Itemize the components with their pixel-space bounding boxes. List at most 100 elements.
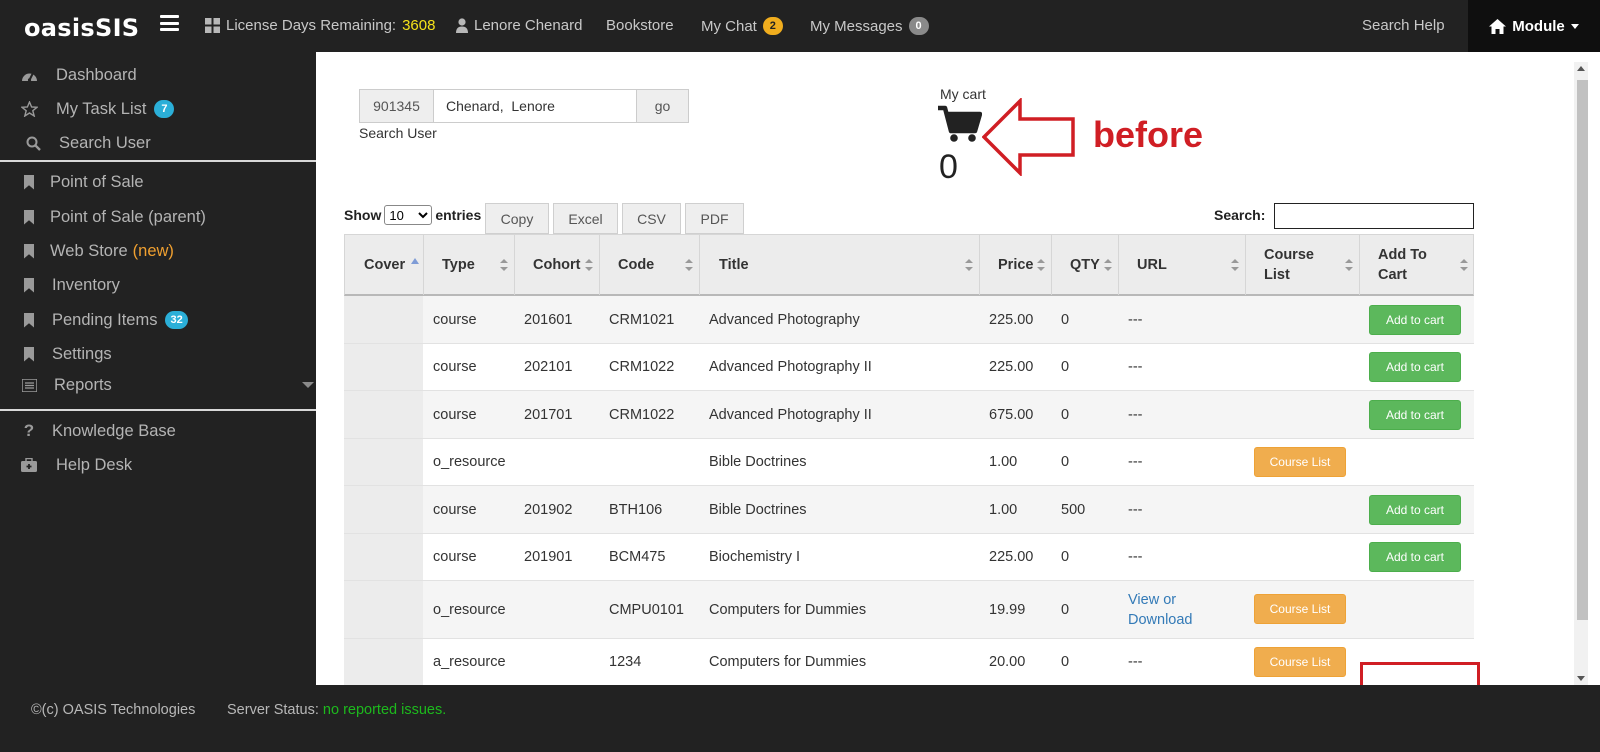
sidebar-divider xyxy=(0,409,316,411)
my-messages-label: My Messages xyxy=(810,17,903,35)
course-list-button[interactable]: Course List xyxy=(1254,594,1346,624)
sidebar-item-my-task-list[interactable]: My Task List 7 xyxy=(0,94,316,124)
brand-logo[interactable]: oasisSIS xyxy=(24,14,139,42)
shopping-cart-icon[interactable] xyxy=(938,104,982,144)
code-cell: CRM1022 xyxy=(609,406,675,423)
sidebar-item-knowledge-base[interactable]: ? Knowledge Base xyxy=(0,416,316,446)
copy-button[interactable]: Copy xyxy=(485,203,549,234)
medkit-icon xyxy=(20,456,38,474)
footer: ©(c) OASIS Technologies Server Status: n… xyxy=(0,685,1600,752)
code-cell: CRM1022 xyxy=(609,359,675,375)
table-search-input[interactable] xyxy=(1274,203,1474,229)
vertical-scrollbar[interactable] xyxy=(1574,62,1588,685)
sidebar-item-point-of-sale[interactable]: Point of Sale xyxy=(0,167,316,197)
view-download-link[interactable]: Download xyxy=(1128,610,1193,630)
entries-label: entries xyxy=(435,207,482,223)
add-to-cart-button[interactable]: Add to cart xyxy=(1369,305,1461,335)
col-header-qty[interactable]: QTY xyxy=(1052,235,1119,295)
add-to-cart-button[interactable]: Add to cart xyxy=(1369,495,1461,525)
table-row: course 201601 CRM1021 Advanced Photograp… xyxy=(344,296,1474,344)
nav-my-chat[interactable]: My Chat 2 xyxy=(701,17,783,35)
sidebar-item-point-of-sale-parent[interactable]: Point of Sale (parent) xyxy=(0,202,316,232)
show-entries-control: Show 10 entries xyxy=(344,205,481,225)
add-to-cart-button[interactable]: Add to cart xyxy=(1369,542,1461,572)
type-cell: o_resource xyxy=(433,601,506,618)
server-status-label: Server Status: xyxy=(227,702,319,718)
user-search-group: 901345 go xyxy=(359,89,689,123)
excel-button[interactable]: Excel xyxy=(553,203,618,234)
url-cell: --- xyxy=(1128,311,1143,328)
scroll-down-icon[interactable] xyxy=(1577,676,1585,681)
title-cell: Bible Doctrines xyxy=(709,501,807,518)
sidebar-item-help-desk[interactable]: Help Desk xyxy=(0,450,316,480)
sidebar-item-dashboard[interactable]: Dashboard xyxy=(0,60,316,90)
pdf-button[interactable]: PDF xyxy=(685,203,744,234)
sidebar-item-reports[interactable]: Reports xyxy=(0,370,316,400)
col-header-add-to-cart[interactable]: Add To Cart xyxy=(1360,235,1474,295)
top-navbar: oasisSIS License Days Remaining: 3608 Le… xyxy=(0,0,1600,52)
cover-cell xyxy=(344,639,423,685)
sort-icon xyxy=(1104,259,1112,271)
grid-icon xyxy=(205,18,220,33)
bookmark-icon xyxy=(20,242,38,260)
sidebar-item-web-store[interactable]: Web Store (new) xyxy=(0,236,316,266)
col-header-type[interactable]: Type xyxy=(424,235,515,295)
module-dropdown[interactable]: Module xyxy=(1468,0,1600,52)
annotation-highlight-box xyxy=(1360,662,1480,685)
price-cell: 1.00 xyxy=(989,454,1018,470)
course-list-button[interactable]: Course List xyxy=(1254,447,1346,477)
task-count-badge: 7 xyxy=(154,100,175,118)
scroll-up-icon[interactable] xyxy=(1577,66,1585,71)
my-chat-label: My Chat xyxy=(701,17,757,35)
header-label: Title xyxy=(719,257,749,273)
add-to-cart-button[interactable]: Add to cart xyxy=(1369,400,1461,430)
messages-count-badge: 0 xyxy=(908,17,929,35)
col-header-title[interactable]: Title xyxy=(700,235,980,295)
qty-cell: 0 xyxy=(1061,454,1070,470)
col-header-course-list[interactable]: Course List xyxy=(1246,235,1360,295)
title-cell: Computers for Dummies xyxy=(709,601,867,618)
sidebar-item-search-user[interactable]: Search User xyxy=(0,128,316,158)
header-label: Cover xyxy=(364,257,406,273)
csv-button[interactable]: CSV xyxy=(622,203,681,234)
cohort-cell: 201701 xyxy=(524,406,573,423)
hamburger-menu-icon[interactable] xyxy=(160,15,179,31)
type-cell: course xyxy=(433,359,477,375)
sidebar-item-inventory[interactable]: Inventory xyxy=(0,270,316,300)
sidebar-item-settings[interactable]: Settings xyxy=(0,339,316,369)
view-download-link[interactable]: View or xyxy=(1128,590,1176,610)
course-list-button[interactable]: Course List xyxy=(1254,647,1346,677)
sort-icon xyxy=(585,259,593,271)
col-header-url[interactable]: URL xyxy=(1119,235,1246,295)
license-label: License Days Remaining: xyxy=(226,17,397,34)
col-header-code[interactable]: Code xyxy=(600,235,700,295)
bookmark-icon xyxy=(20,276,38,294)
user-name: Lenore Chenard xyxy=(474,17,583,34)
nav-bookstore[interactable]: Bookstore xyxy=(606,17,674,34)
table-row: o_resource Bible Doctrines 1.00 0 --- Co… xyxy=(344,439,1474,486)
col-header-cover[interactable]: Cover xyxy=(345,235,424,295)
copyright-text: ©(c) OASIS Technologies xyxy=(31,702,196,718)
scrollbar-thumb[interactable] xyxy=(1577,80,1588,620)
server-status: Server Status: no reported issues. xyxy=(227,702,446,718)
cover-cell xyxy=(344,439,423,485)
show-label: Show xyxy=(344,207,382,223)
user-name-input[interactable] xyxy=(433,89,637,123)
nav-search-help[interactable]: Search Help xyxy=(1362,17,1445,34)
nav-user-profile[interactable]: Lenore Chenard xyxy=(456,17,582,34)
header-label: Cohort xyxy=(533,257,581,273)
header-label: Code xyxy=(618,257,655,273)
nav-my-messages[interactable]: My Messages 0 xyxy=(810,17,929,35)
sort-icon xyxy=(500,259,508,271)
type-cell: course xyxy=(433,311,477,328)
col-header-price[interactable]: Price xyxy=(980,235,1052,295)
sidebar-item-pending-items[interactable]: Pending Items 32 xyxy=(0,305,316,335)
search-icon xyxy=(24,134,42,152)
point-of-sale-parent-label: Point of Sale (parent) xyxy=(50,207,206,226)
go-button[interactable]: go xyxy=(637,89,689,123)
entries-select[interactable]: 10 xyxy=(384,205,433,225)
col-header-cohort[interactable]: Cohort xyxy=(515,235,600,295)
add-to-cart-button[interactable]: Add to cart xyxy=(1369,352,1461,382)
type-cell: course xyxy=(433,406,477,423)
sort-icon xyxy=(1345,259,1353,271)
